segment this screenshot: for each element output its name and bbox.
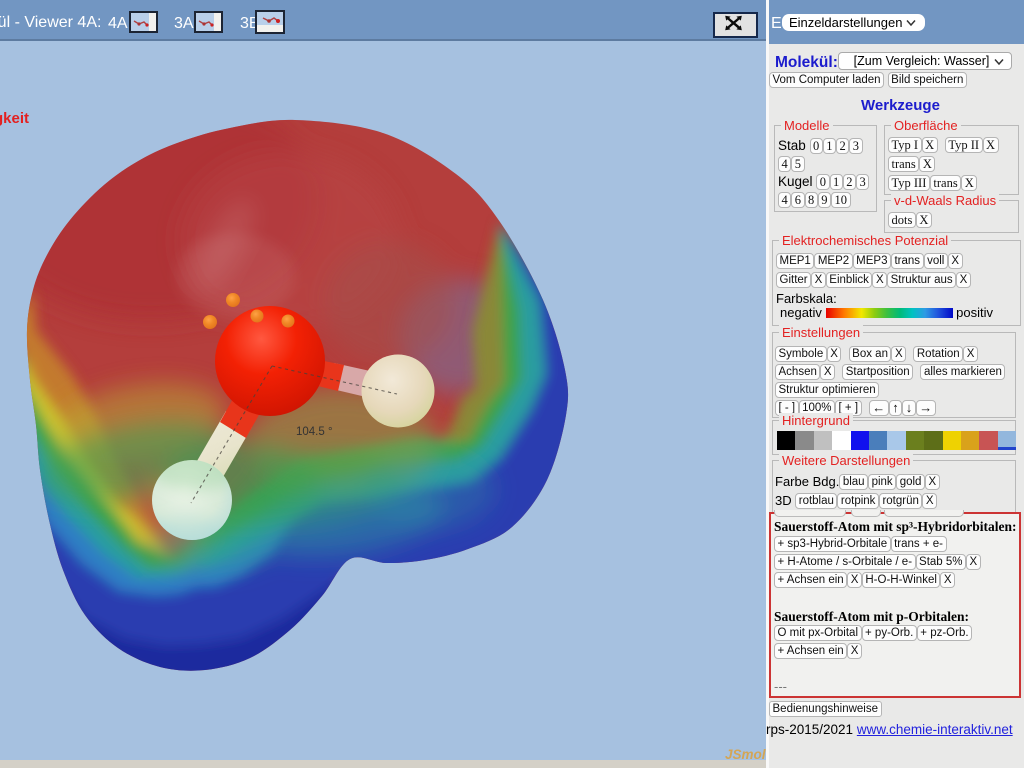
- svg-text:104.5 °: 104.5 °: [296, 426, 333, 438]
